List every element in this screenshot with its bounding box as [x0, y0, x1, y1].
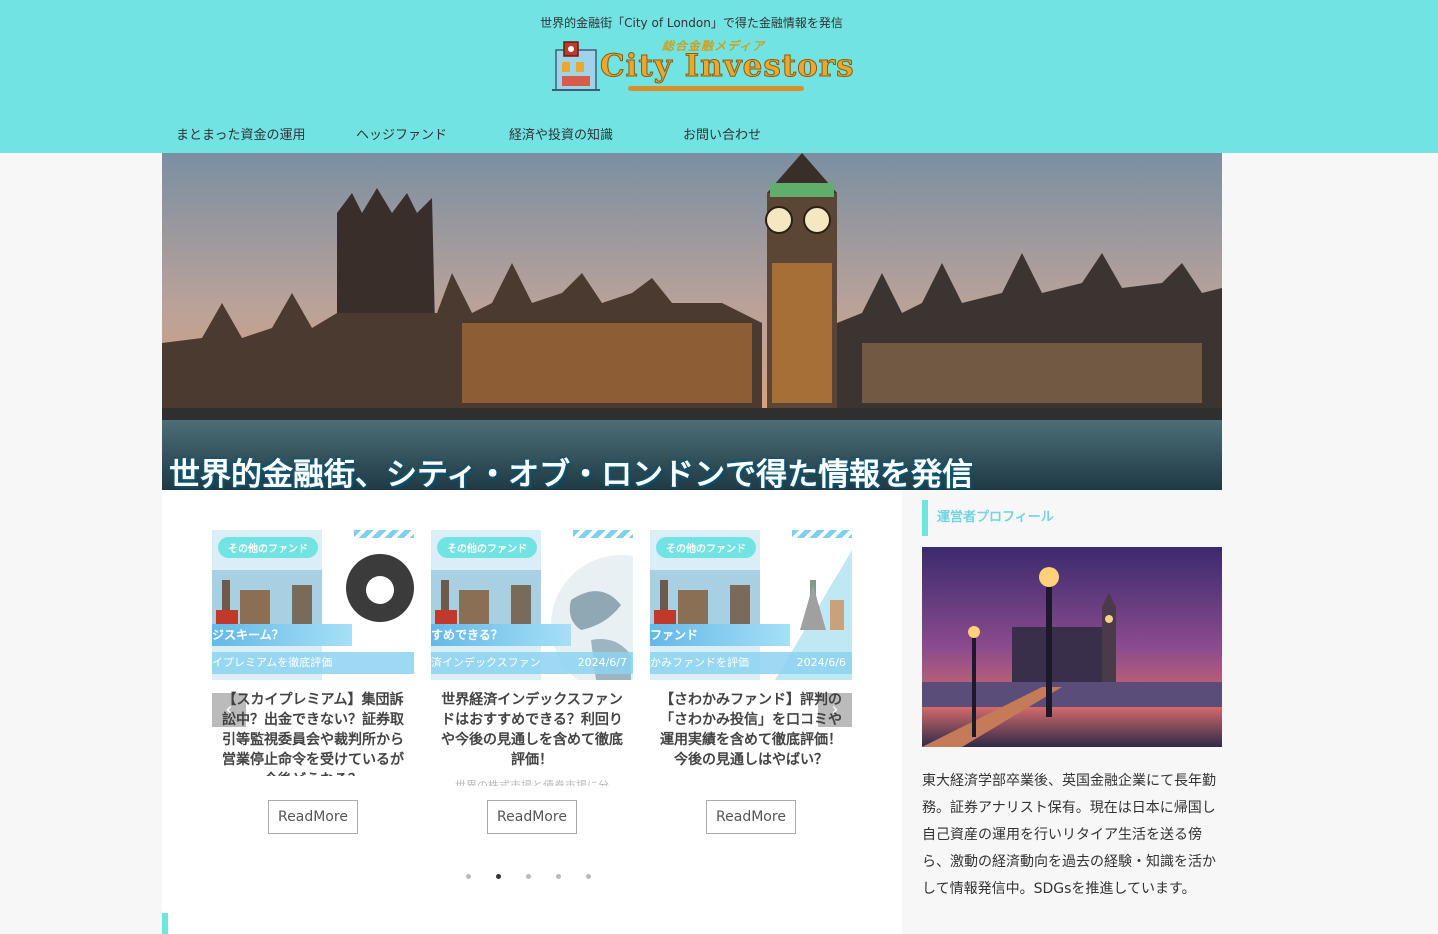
post-date: 2024/6/6 — [796, 656, 846, 669]
category-badge[interactable]: その他のファンド — [437, 537, 537, 558]
nav-item-fund-management[interactable]: まとまった資金の運用 — [176, 124, 305, 143]
nav-item-contact[interactable]: お問い合わせ — [683, 124, 761, 143]
chevron-right-icon: › — [831, 699, 839, 720]
chevron-left-icon: ‹ — [225, 699, 233, 720]
post-date: 2024/6/7 — [577, 656, 627, 669]
article-card[interactable]: その他のファンド すめできる？ 済インデックスファン 2024/6/7 世界経済… — [431, 530, 633, 834]
article-title[interactable]: 世界経済インデックスファンドはおすすめできる？利回りや今後の見通しを含めて徹底評… — [437, 690, 627, 776]
thumbnail-subline: イプレミアムを徹底評価 — [212, 652, 414, 674]
section-accent-bar — [162, 913, 168, 934]
read-more-button[interactable]: ReadMore — [268, 800, 358, 834]
logo-underline — [628, 86, 804, 91]
article-thumbnail[interactable]: その他のファンド すめできる？ 済インデックスファン 2024/6/7 — [431, 530, 633, 680]
slider-dot-active[interactable] — [496, 874, 501, 879]
sidebar: 運営者プロフィール 東大経済学部卒業後、英国金融企業にて長年勤務。証券アナリスト… — [922, 500, 1222, 897]
site-logo[interactable]: 総合金融メディア City Investors — [552, 36, 854, 98]
sidebar-heading: 運営者プロフィール — [922, 500, 1222, 536]
category-badge[interactable]: その他のファンド — [218, 537, 318, 558]
profile-image — [922, 547, 1222, 747]
site-header: 世界的金融街「City of London」で得た金融情報を発信 総合金融メディ… — [0, 0, 1438, 153]
hero-london-image — [162, 153, 1222, 490]
slider-dot[interactable] — [526, 874, 531, 879]
slider-dot[interactable] — [556, 874, 561, 879]
article-excerpt — [218, 776, 408, 786]
decorative-stripe — [573, 530, 633, 538]
article-excerpt — [656, 776, 846, 786]
article-title[interactable]: 【スカイプレミアム】集団訴訟中？出金できない？証券取引等監視委員会や裁判所から営… — [218, 690, 408, 776]
slider-dot[interactable] — [586, 874, 591, 879]
nav-item-economics-knowledge[interactable]: 経済や投資の知識 — [509, 124, 613, 143]
thumbnail-headline: すめできる？ — [431, 624, 571, 646]
logo-building-icon — [552, 41, 600, 91]
logo-title: City Investors — [600, 48, 855, 85]
main-content: その他のファンド ジスキーム？ イプレミアムを徹底評価 【スカイプレミアム】集団… — [162, 490, 902, 934]
hero-caption: 世界的金融街、シティ・オブ・ロンドンで得た情報を発信 — [169, 457, 974, 490]
nav-item-hedge-fund[interactable]: ヘッジファンド — [356, 124, 447, 143]
profile-text: 東大経済学部卒業後、英国金融企業にて長年勤務。証券アナリスト保有。現在は日本に帰… — [922, 773, 1216, 897]
site-tagline: 世界的金融街「City of London」で得た金融情報を発信 — [540, 16, 843, 30]
article-card[interactable]: その他のファンド ファンド かみファンドを評価 2024/6/6 【さわかみファ… — [650, 530, 852, 834]
article-card[interactable]: その他のファンド ジスキーム？ イプレミアムを徹底評価 【スカイプレミアム】集団… — [212, 530, 414, 834]
thumbnail-headline: ファンド — [650, 624, 790, 646]
article-thumbnail[interactable]: その他のファンド ジスキーム？ イプレミアムを徹底評価 — [212, 530, 414, 680]
slider-next-button[interactable]: › — [818, 693, 852, 727]
read-more-button[interactable]: ReadMore — [487, 800, 577, 834]
article-thumbnail[interactable]: その他のファンド ファンド かみファンドを評価 2024/6/6 — [650, 530, 852, 680]
london-night-image — [922, 547, 1222, 747]
decorative-stripe — [354, 530, 414, 538]
thumbnail-headline: ジスキーム？ — [212, 624, 352, 646]
category-badge[interactable]: その他のファンド — [656, 537, 756, 558]
article-excerpt: 世界の株式市場と債券市場に分 — [455, 779, 609, 786]
hero-banner: 世界的金融街、シティ・オブ・ロンドンで得た情報を発信 — [162, 153, 1222, 490]
read-more-button[interactable]: ReadMore — [706, 800, 796, 834]
decorative-stripe — [792, 530, 852, 538]
slider-dot[interactable] — [466, 874, 471, 879]
slider-prev-button[interactable]: ‹ — [212, 693, 246, 727]
